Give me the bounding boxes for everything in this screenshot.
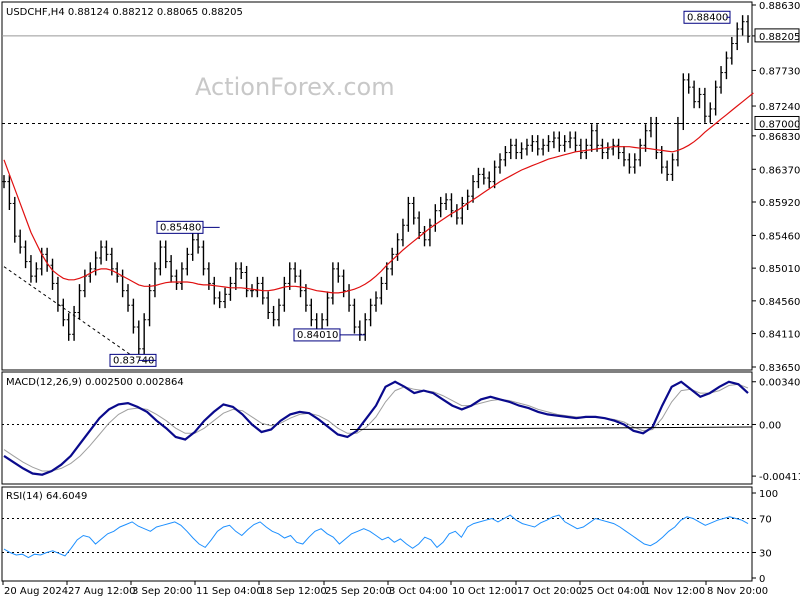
price-annotation: 0.83740	[109, 353, 157, 367]
macd-tick-label: -0.00411	[759, 472, 800, 483]
price-annotation: 0.88400	[683, 10, 731, 24]
time-tick-label: 18 Sep 12:00	[260, 586, 327, 597]
price-annotation-text: 0.85480	[160, 222, 201, 233]
price-tick-label: 0.84560	[759, 297, 800, 308]
time-tick-label: 8 Nov 20:00	[707, 586, 768, 597]
price-annotation-text: 0.88400	[687, 12, 728, 23]
price-tick-label: 0.86370	[759, 165, 800, 176]
time-tick-label: 1 Nov 12:00	[644, 586, 705, 597]
time-tick-label: 25 Sep 20:00	[325, 586, 392, 597]
macd-tick-label: 0.00	[759, 420, 781, 431]
time-tick-label: 3 Sep 20:00	[132, 586, 192, 597]
price-tick-label: 0.85010	[759, 264, 800, 275]
price-tick-label: 0.84110	[759, 330, 800, 341]
time-tick-label: 20 Aug 2024	[4, 586, 68, 597]
price-tick-label: 0.85920	[759, 198, 800, 209]
macd-label: MACD(12,26,9) 0.002500 0.002864	[6, 377, 184, 388]
time-tick-label: 11 Sep 04:00	[196, 586, 263, 597]
price-tick-label: 0.85460	[759, 231, 800, 242]
price-tick-label: 0.87240	[759, 102, 800, 113]
rsi-tick-label: 0	[759, 574, 765, 585]
macd-tick-label: 0.003402	[759, 378, 800, 389]
price-tick-label: 0.88205	[759, 32, 800, 43]
time-tick-label: 25 Oct 04:00	[581, 586, 646, 597]
time-tick-label: 17 Oct 20:00	[517, 586, 582, 597]
trading-chart: ActionForex.com 0.88400 0.85480 0.83740 0.8…	[1, 1, 800, 597]
level-label: 0.87000	[759, 119, 800, 130]
rsi-tick-label: 30	[759, 549, 772, 560]
rsi-tick-label: 70	[759, 515, 772, 526]
rsi-tick-label: 100	[759, 489, 778, 500]
price-tick-label: 0.86830	[759, 132, 800, 143]
time-tick-label: 3 Oct 04:00	[389, 586, 448, 597]
price-tick-label: 0.88630	[759, 1, 800, 12]
price-tick-label: 0.83650	[759, 363, 800, 374]
rsi-panel	[1, 486, 753, 582]
time-tick-label: 27 Aug 12:00	[68, 586, 135, 597]
price-panel	[1, 1, 753, 371]
price-tick-label: 0.87730	[759, 66, 800, 77]
time-tick-label: 10 Oct 12:00	[452, 586, 517, 597]
rsi-label: RSI(14) 64.6049	[6, 491, 87, 502]
symbol-header: USDCHF,H4 0.88124 0.88212 0.88065 0.8820…	[6, 7, 243, 18]
watermark: ActionForex.com	[195, 73, 395, 101]
price-annotation-text: 0.84010	[297, 330, 338, 341]
